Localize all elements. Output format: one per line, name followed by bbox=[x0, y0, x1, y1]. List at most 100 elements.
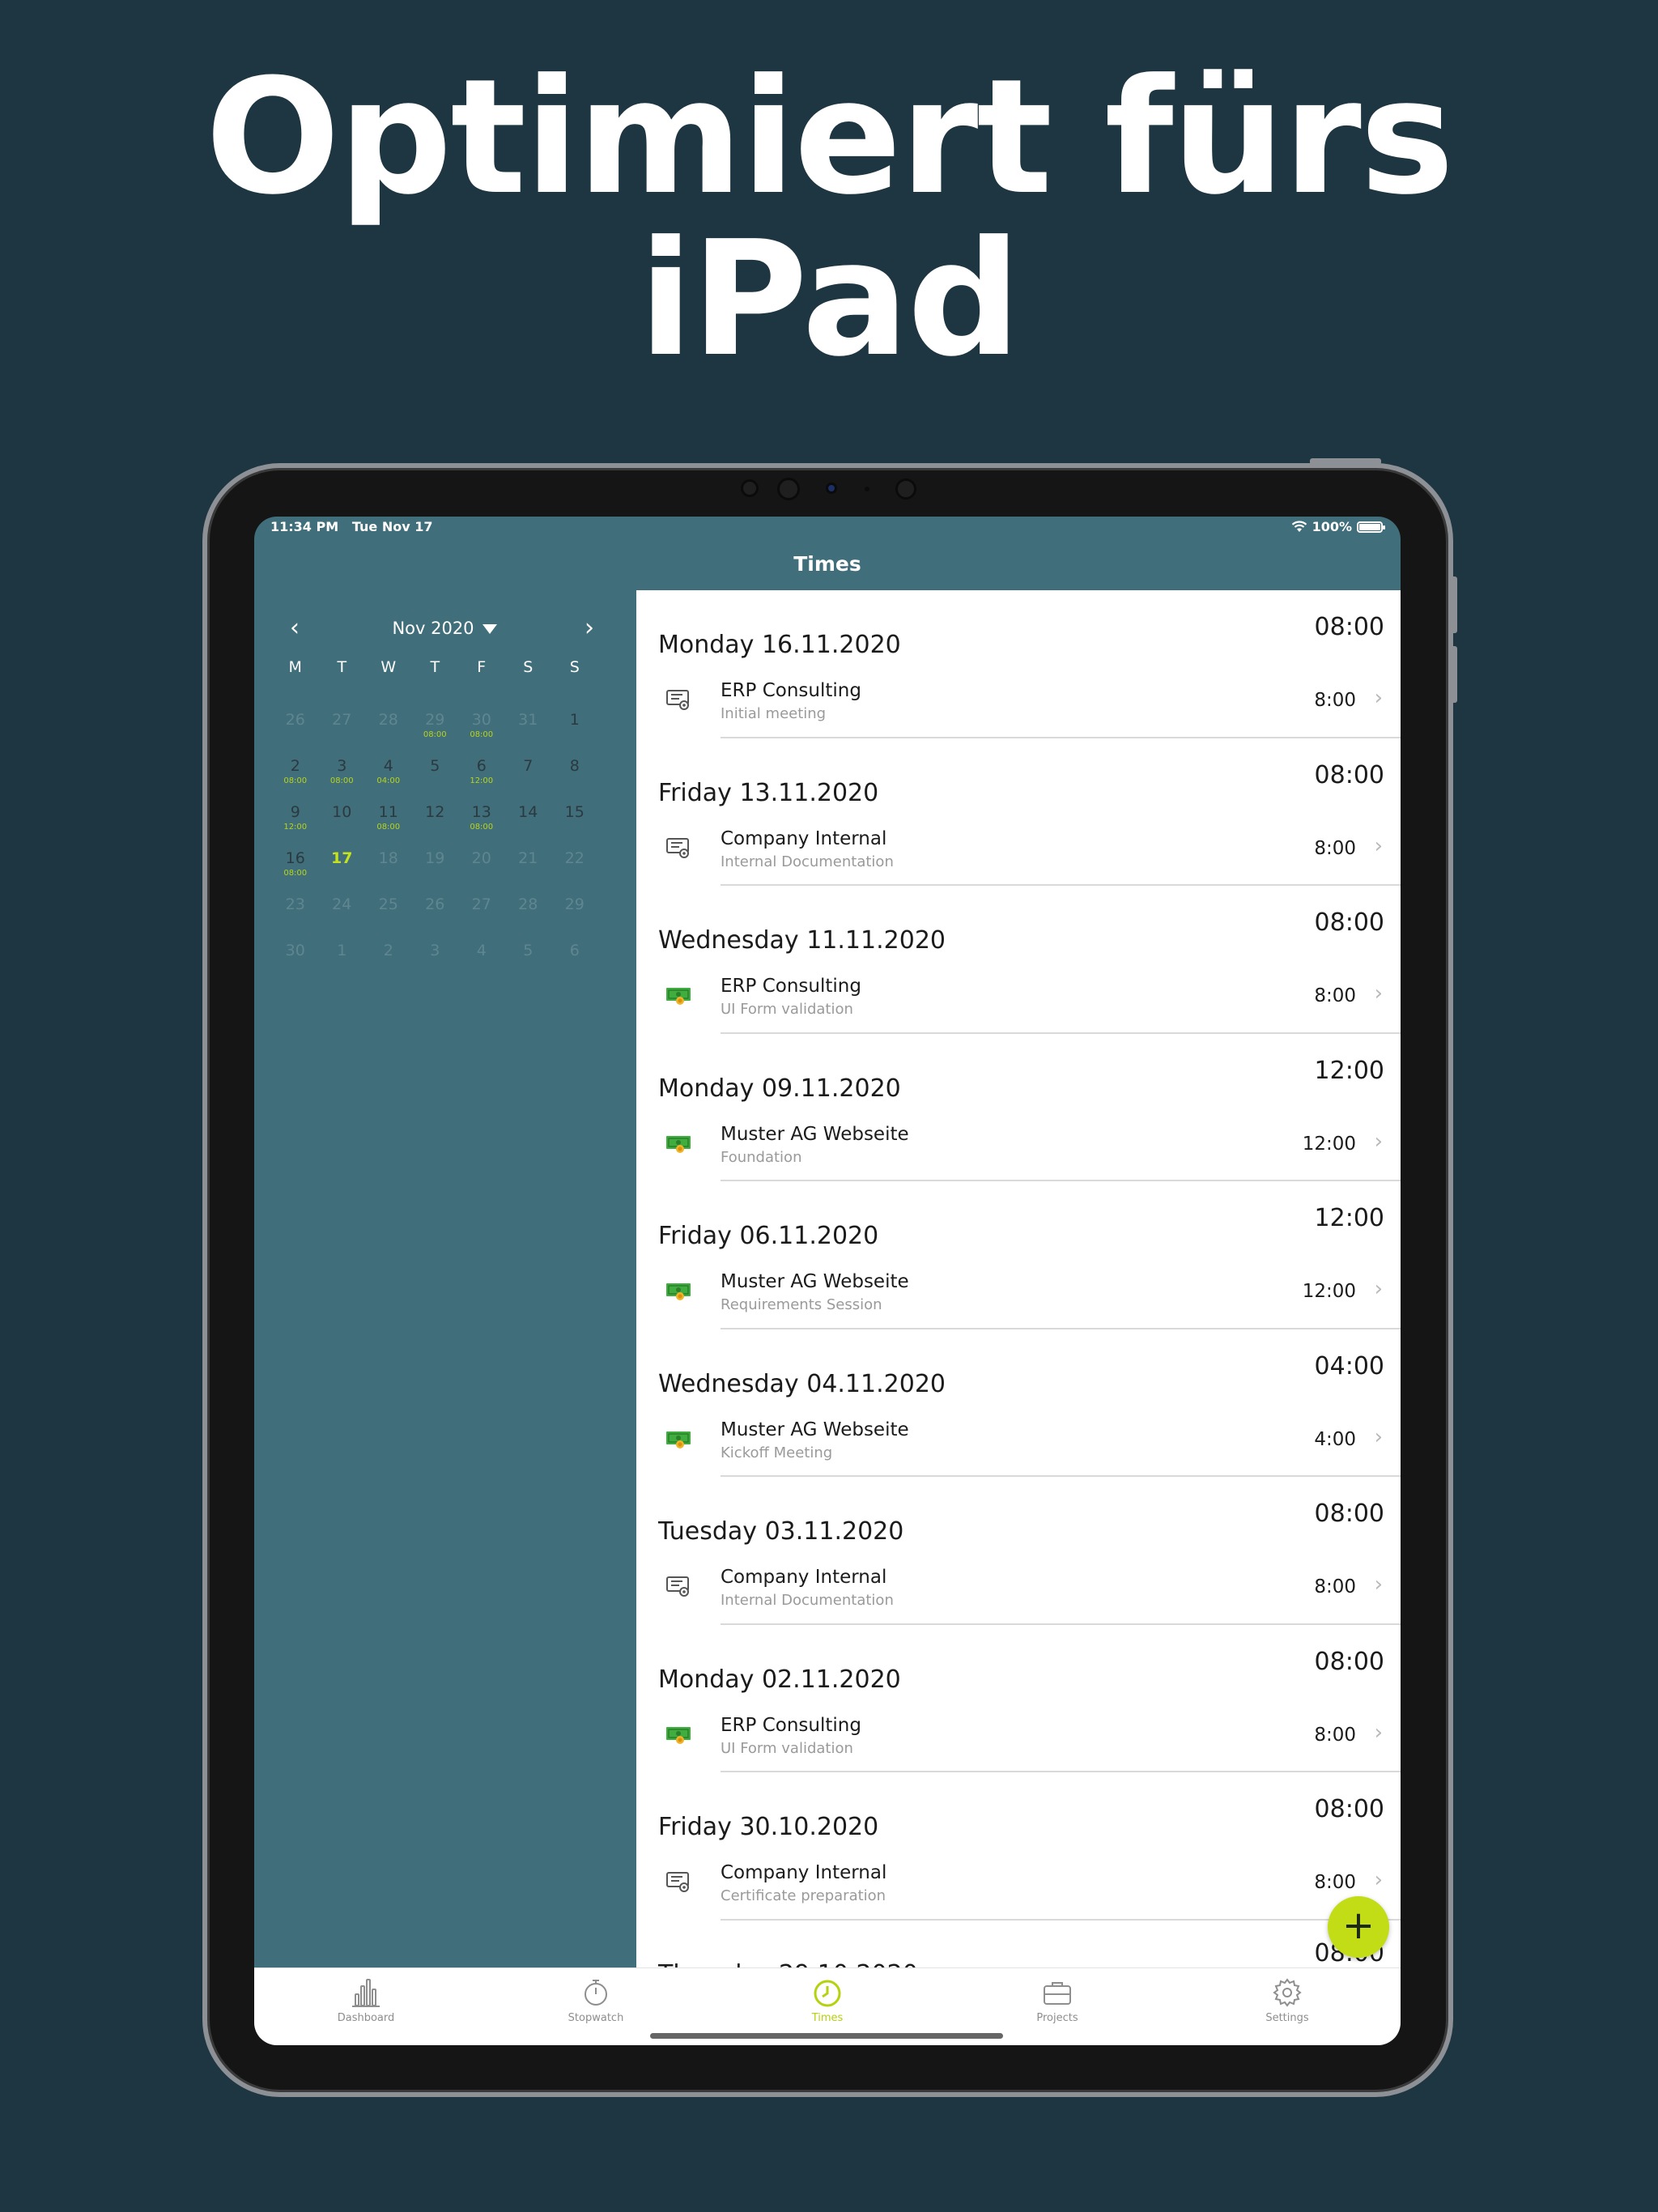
times-list[interactable]: Monday 16.11.2020 08:00 ERP Consulting Init… bbox=[636, 590, 1401, 1968]
weekday-label: T bbox=[430, 658, 440, 676]
calendar-day[interactable]: 28 bbox=[505, 895, 552, 942]
calendar-day[interactable]: 5 bbox=[412, 757, 459, 803]
calendar-day[interactable]: 7 bbox=[505, 757, 552, 803]
calendar-day[interactable]: 4 04:00 bbox=[365, 757, 412, 803]
day-section: Friday 13.11.2020 08:00 Company Internal In… bbox=[636, 738, 1401, 886]
calendar-day-hours: 08:00 bbox=[470, 823, 494, 832]
entry-project[interactable]: Muster AG Webseite bbox=[721, 1271, 909, 1292]
chevron-right-icon[interactable]: › bbox=[1375, 1277, 1383, 1301]
calendar-day-number: 27 bbox=[471, 895, 491, 913]
calendar-day[interactable]: 5 bbox=[505, 942, 552, 988]
calendar-day[interactable]: 1 bbox=[551, 711, 598, 757]
calendar-day-number: 8 bbox=[569, 757, 580, 775]
chevron-right-icon[interactable]: › bbox=[1375, 1572, 1383, 1597]
entry-project[interactable]: Muster AG Webseite bbox=[721, 1124, 909, 1145]
calendar-day[interactable]: 27 bbox=[319, 711, 366, 757]
day-section: Monday 16.11.2020 08:00 ERP Consulting Init… bbox=[636, 590, 1401, 738]
chevron-right-icon[interactable]: › bbox=[1375, 1868, 1383, 1892]
entry-project[interactable]: ERP Consulting bbox=[721, 1715, 861, 1736]
calendar-day[interactable]: 10 bbox=[319, 803, 366, 849]
next-month-button[interactable]: › bbox=[573, 614, 606, 646]
entry-project[interactable]: ERP Consulting bbox=[721, 680, 861, 701]
headline: Optimiert fürs iPad bbox=[0, 57, 1658, 381]
weekday-label: M bbox=[288, 658, 302, 676]
status-bar: 11:34 PM Tue Nov 17 100% bbox=[254, 517, 1401, 538]
calendar-day[interactable]: 1 bbox=[319, 942, 366, 988]
weekday-label: S bbox=[523, 658, 534, 676]
day-total: 08:00 bbox=[1314, 1499, 1384, 1528]
camera-icon bbox=[826, 483, 837, 494]
status-date: Tue Nov 17 bbox=[351, 519, 433, 534]
calendar-day-hours: 08:00 bbox=[283, 869, 308, 878]
calendar-day[interactable]: 25 bbox=[365, 895, 412, 942]
calendar-day[interactable]: 22 bbox=[551, 849, 598, 895]
calendar-day[interactable]: 23 bbox=[272, 895, 319, 942]
calendar-day[interactable]: 28 bbox=[365, 711, 412, 757]
calendar-day[interactable]: 16 08:00 bbox=[272, 849, 319, 895]
calendar-day[interactable]: 3 bbox=[412, 942, 459, 988]
tab-projects[interactable]: Projects bbox=[1001, 1976, 1114, 2024]
chevron-right-icon[interactable]: › bbox=[1375, 834, 1383, 858]
calendar-day[interactable]: 8 bbox=[551, 757, 598, 803]
weekday-label: S bbox=[569, 658, 580, 676]
calendar-day[interactable]: 2 08:00 bbox=[272, 757, 319, 803]
calendar-grid: M T W T F S S 26 27 28 29 08:00 30 08:00 31 1 2 08… bbox=[272, 658, 612, 988]
calendar-day[interactable]: 27 bbox=[458, 895, 505, 942]
entry-project[interactable]: Company Internal bbox=[721, 1567, 886, 1588]
calendar-day[interactable]: 6 bbox=[551, 942, 598, 988]
calendar-day[interactable]: 6 12:00 bbox=[458, 757, 505, 803]
entry-project[interactable]: Company Internal bbox=[721, 828, 886, 849]
calendar-day-number: 5 bbox=[430, 757, 440, 775]
tab-label: Times bbox=[811, 2012, 844, 2024]
calendar-day-number: 10 bbox=[332, 803, 352, 821]
calendar-day[interactable]: 13 08:00 bbox=[458, 803, 505, 849]
entry-duration: 12:00 bbox=[1302, 1281, 1356, 1302]
calendar-day-number: 1 bbox=[337, 942, 347, 959]
tab-stopwatch[interactable]: Stopwatch bbox=[539, 1976, 653, 2024]
calendar-day-number: 9 bbox=[290, 803, 300, 821]
calendar-day-hours: 12:00 bbox=[470, 776, 494, 785]
calendar-day[interactable]: 9 12:00 bbox=[272, 803, 319, 849]
calendar-day[interactable]: 15 bbox=[551, 803, 598, 849]
calendar-day[interactable]: 29 bbox=[551, 895, 598, 942]
calendar-day[interactable]: 31 bbox=[505, 711, 552, 757]
calendar-day-number: 2 bbox=[290, 757, 300, 775]
calendar-day-today[interactable]: 17 bbox=[319, 849, 366, 895]
tab-settings[interactable]: Settings bbox=[1231, 1976, 1344, 2024]
screen: 11:34 PM Tue Nov 17 100% Times ‹ Nov 202… bbox=[254, 517, 1401, 2045]
chevron-right-icon[interactable]: › bbox=[1375, 981, 1383, 1006]
entry-project[interactable]: ERP Consulting bbox=[721, 976, 861, 997]
calendar-day[interactable]: 29 08:00 bbox=[412, 711, 459, 757]
entry-project[interactable]: Muster AG Webseite bbox=[721, 1419, 909, 1440]
calendar-day[interactable]: 2 bbox=[365, 942, 412, 988]
tab-dashboard[interactable]: Dashboard bbox=[309, 1976, 423, 2024]
day-section: Friday 06.11.2020 12:00 Muster AG Webseite… bbox=[636, 1181, 1401, 1329]
calendar-day[interactable]: 21 bbox=[505, 849, 552, 895]
calendar-day[interactable]: 26 bbox=[412, 895, 459, 942]
calendar-day[interactable]: 26 bbox=[272, 711, 319, 757]
entry-note: Foundation bbox=[721, 1148, 802, 1166]
chevron-right-icon[interactable]: › bbox=[1375, 1129, 1383, 1154]
calendar-day[interactable]: 4 bbox=[458, 942, 505, 988]
calendar-day[interactable]: 20 bbox=[458, 849, 505, 895]
tab-times[interactable]: Times bbox=[771, 1976, 884, 2024]
calendar-day[interactable]: 30 08:00 bbox=[458, 711, 505, 757]
calendar-day-number: 2 bbox=[383, 942, 393, 959]
calendar-day[interactable]: 24 bbox=[319, 895, 366, 942]
weekday-label: F bbox=[477, 658, 487, 676]
wifi-icon bbox=[1291, 521, 1307, 532]
calendar-day[interactable]: 18 bbox=[365, 849, 412, 895]
calendar-day[interactable]: 11 08:00 bbox=[365, 803, 412, 849]
calendar-day[interactable]: 12 bbox=[412, 803, 459, 849]
calendar-day[interactable]: 30 bbox=[272, 942, 319, 988]
calendar-day-hours: 08:00 bbox=[423, 730, 447, 739]
calendar-day[interactable]: 14 bbox=[505, 803, 552, 849]
calendar-day[interactable]: 19 bbox=[412, 849, 459, 895]
chevron-right-icon[interactable]: › bbox=[1375, 1721, 1383, 1745]
add-time-button[interactable]: + bbox=[1328, 1896, 1389, 1958]
entry-project[interactable]: Company Internal bbox=[721, 1862, 886, 1883]
calendar-day[interactable]: 3 08:00 bbox=[319, 757, 366, 803]
calendar-header: ‹ Nov 2020 › bbox=[254, 614, 635, 646]
chevron-right-icon[interactable]: › bbox=[1375, 686, 1383, 710]
chevron-right-icon[interactable]: › bbox=[1375, 1425, 1383, 1449]
